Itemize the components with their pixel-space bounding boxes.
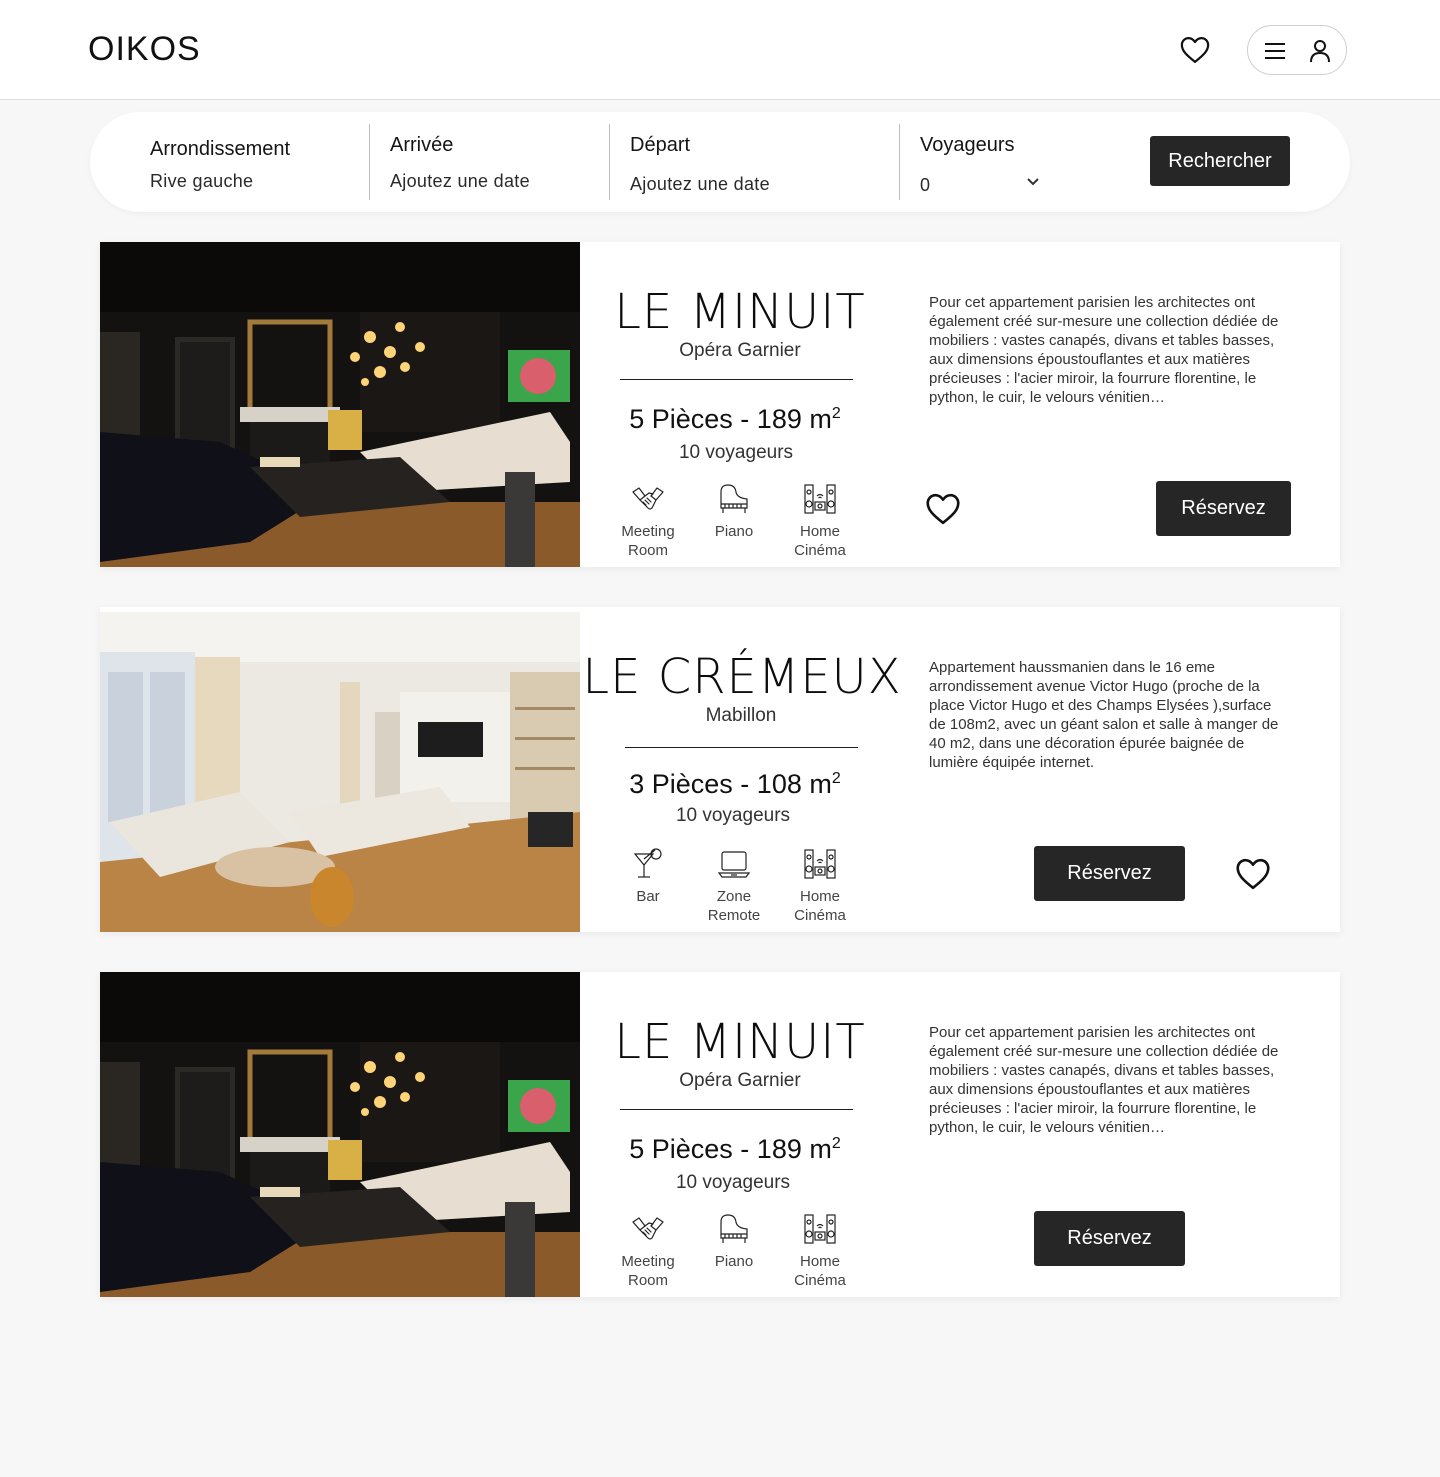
listing-card: LE MINUIT Opéra Garnier 5 Pièces - 189 m… <box>100 972 1340 1297</box>
cocktail-icon <box>631 847 665 881</box>
arrondissement-field[interactable]: Arrondissement Rive gauche <box>150 138 290 192</box>
user-menu-button[interactable] <box>1247 25 1347 75</box>
listing-guests: 10 voyageurs <box>675 805 791 826</box>
listing-description: Pour cet appartement parisien les archit… <box>929 1024 1279 1136</box>
speakers-icon <box>803 1212 837 1246</box>
chevron-down-icon[interactable] <box>1025 176 1041 188</box>
divider <box>609 124 610 200</box>
amenity-home-cinema: Home Cinéma <box>780 847 860 925</box>
piano-icon <box>717 482 751 516</box>
amenity-label: Cinéma <box>794 1272 846 1289</box>
amenity-label: Meeting <box>621 1253 675 1270</box>
arrondissement-value: Rive gauche <box>150 171 254 191</box>
handshake-icon <box>631 482 665 516</box>
departure-field[interactable]: Départ Ajoutez une date <box>630 134 770 195</box>
travelers-label: Voyageurs <box>920 134 1015 156</box>
speakers-icon <box>803 482 837 516</box>
amenity-label: Piano <box>714 1253 754 1270</box>
amenity-label: Room <box>627 542 668 559</box>
book-button[interactable]: Réservez <box>1034 846 1185 901</box>
listing-location: Mabillon <box>705 705 777 726</box>
bright-living-room-photo <box>100 612 580 932</box>
rooms-sup: 2 <box>831 405 841 422</box>
heart-icon[interactable] <box>1180 36 1210 64</box>
search-bar: Arrondissement Rive gauche Arrivée Ajout… <box>90 112 1350 212</box>
listing-description: Appartement haussmanien dans le 16 eme a… <box>929 659 1279 771</box>
listing-location: Opéra Garnier <box>679 340 801 361</box>
amenity-label: Cinéma <box>794 542 846 559</box>
amenity-home-cinema: Home Cinéma <box>780 1212 860 1290</box>
amenity-label: Zone <box>716 888 752 905</box>
listing-summary: LE CRÉMEUX Mabillon 3 Pièces - 108 m2 10… <box>580 607 900 932</box>
amenity-label: Bar <box>636 888 660 905</box>
heart-icon[interactable] <box>1235 858 1271 890</box>
listing-card: LE CRÉMEUX Mabillon 3 Pièces - 108 m2 10… <box>100 607 1340 932</box>
arrival-field[interactable]: Arrivée Ajoutez une date <box>390 134 530 192</box>
listing-guests: 10 voyageurs <box>678 442 794 463</box>
listing-title: LE MINUIT <box>614 1014 866 1070</box>
divider <box>620 1109 853 1110</box>
listing-card: LE MINUIT Opéra Garnier 5 Pièces - 189 m… <box>100 242 1340 567</box>
amenity-zone-remote: Zone Remote <box>694 847 774 925</box>
departure-label: Départ <box>630 134 691 156</box>
hamburger-icon <box>1265 43 1285 59</box>
rooms-text: 5 Pièces - 189 m <box>629 1134 832 1164</box>
rooms-sup: 2 <box>831 1135 841 1152</box>
rooms-text: 3 Pièces - 108 m <box>629 769 832 799</box>
departure-value: Ajoutez une date <box>630 174 770 194</box>
amenity-label: Meeting <box>621 523 675 540</box>
amenity-label: Room <box>627 1272 668 1289</box>
logo[interactable]: OIKOS <box>88 30 201 69</box>
amenity-label: Cinéma <box>794 907 846 924</box>
amenity-bar: Bar <box>608 847 688 906</box>
listing-photo[interactable] <box>100 242 580 567</box>
rooms-text: 5 Pièces - 189 m <box>629 404 832 434</box>
divider <box>899 124 900 200</box>
book-button[interactable]: Réservez <box>1156 481 1291 536</box>
listing-photo[interactable] <box>100 612 580 932</box>
listing-title: LE MINUIT <box>614 284 866 340</box>
listing-photo[interactable] <box>100 972 580 1297</box>
search-button[interactable]: Rechercher <box>1150 136 1290 186</box>
listing-rooms: 5 Pièces - 189 m2 <box>575 1134 895 1165</box>
arrival-value: Ajoutez une date <box>390 171 530 191</box>
piano-icon <box>717 1212 751 1246</box>
book-button[interactable]: Réservez <box>1034 1211 1185 1266</box>
listing-description: Pour cet appartement parisien les archit… <box>929 294 1279 406</box>
heart-icon[interactable] <box>925 493 961 525</box>
listing-guests: 10 voyageurs <box>675 1172 791 1193</box>
divider <box>369 124 370 200</box>
amenity-home-cinema: Home Cinéma <box>780 482 860 560</box>
laptop-icon <box>717 847 751 881</box>
amenity-label: Home <box>799 1253 840 1270</box>
divider <box>620 379 853 380</box>
dark-living-room-photo <box>100 242 580 567</box>
amenity-piano: Piano <box>694 1212 774 1271</box>
listing-rooms: 3 Pièces - 108 m2 <box>575 769 895 800</box>
top-header: OIKOS <box>0 0 1440 100</box>
divider <box>625 747 858 748</box>
listing-rooms: 5 Pièces - 189 m2 <box>575 404 895 435</box>
amenity-meeting-room: Meeting Room <box>608 1212 688 1290</box>
amenity-label: Piano <box>714 523 754 540</box>
travelers-field[interactable]: Voyageurs 0 <box>920 134 1015 196</box>
listing-title: LE CRÉMEUX <box>582 649 902 705</box>
amenity-label: Remote <box>707 907 761 924</box>
handshake-icon <box>631 1212 665 1246</box>
arrival-label: Arrivée <box>390 134 454 156</box>
user-icon <box>1310 40 1330 63</box>
amenity-label: Home <box>799 523 840 540</box>
speakers-icon <box>803 847 837 881</box>
rooms-sup: 2 <box>831 770 841 787</box>
arrondissement-label: Arrondissement <box>150 138 291 160</box>
listing-summary: LE MINUIT Opéra Garnier 5 Pièces - 189 m… <box>580 972 900 1297</box>
listing-summary: LE MINUIT Opéra Garnier 5 Pièces - 189 m… <box>580 242 900 567</box>
travelers-value: 0 <box>920 175 931 195</box>
amenity-piano: Piano <box>694 482 774 541</box>
amenity-label: Home <box>799 888 840 905</box>
dark-living-room-photo <box>100 972 580 1297</box>
amenity-meeting-room: Meeting Room <box>608 482 688 560</box>
listing-location: Opéra Garnier <box>679 1070 801 1091</box>
